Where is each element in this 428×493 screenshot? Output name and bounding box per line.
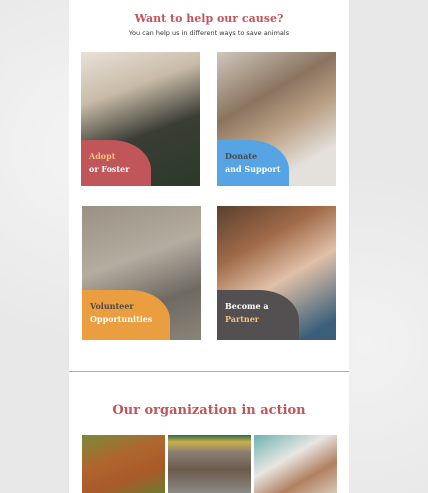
card-label: Adopt or Foster <box>81 140 151 186</box>
card-label-line2: or Foster <box>89 164 130 174</box>
card-label-line1: Volunteer <box>90 301 134 311</box>
card-label-line1: Donate <box>225 151 258 161</box>
section-divider <box>69 371 349 372</box>
card-label: Become a Partner <box>217 290 299 340</box>
card-label: Donate and Support <box>217 140 289 186</box>
card-label-line2: Opportunities <box>90 314 153 324</box>
action-title: Our organization in action <box>112 403 306 418</box>
donate-support-card[interactable]: Donate and Support <box>217 52 336 186</box>
card-label-line2: and Support <box>225 164 281 174</box>
card-label-line1: Adopt <box>89 151 116 161</box>
become-partner-card[interactable]: Become a Partner <box>217 206 336 340</box>
dog-photo <box>82 435 165 493</box>
adopt-foster-card[interactable]: Adopt or Foster <box>81 52 200 186</box>
volunteer-card[interactable]: Volunteer Opportunities <box>82 206 201 340</box>
card-label-line1: Become a <box>225 301 269 311</box>
card-label: Volunteer Opportunities <box>82 290 170 340</box>
puppy-photo <box>254 435 337 493</box>
help-title: Want to help our cause? <box>134 12 284 25</box>
help-subtitle: You can help us in different ways to sav… <box>128 29 290 37</box>
content-column: Want to help our cause? You can help us … <box>69 0 349 493</box>
card-label-line2: Partner <box>225 314 260 324</box>
cat-photo <box>168 435 251 493</box>
